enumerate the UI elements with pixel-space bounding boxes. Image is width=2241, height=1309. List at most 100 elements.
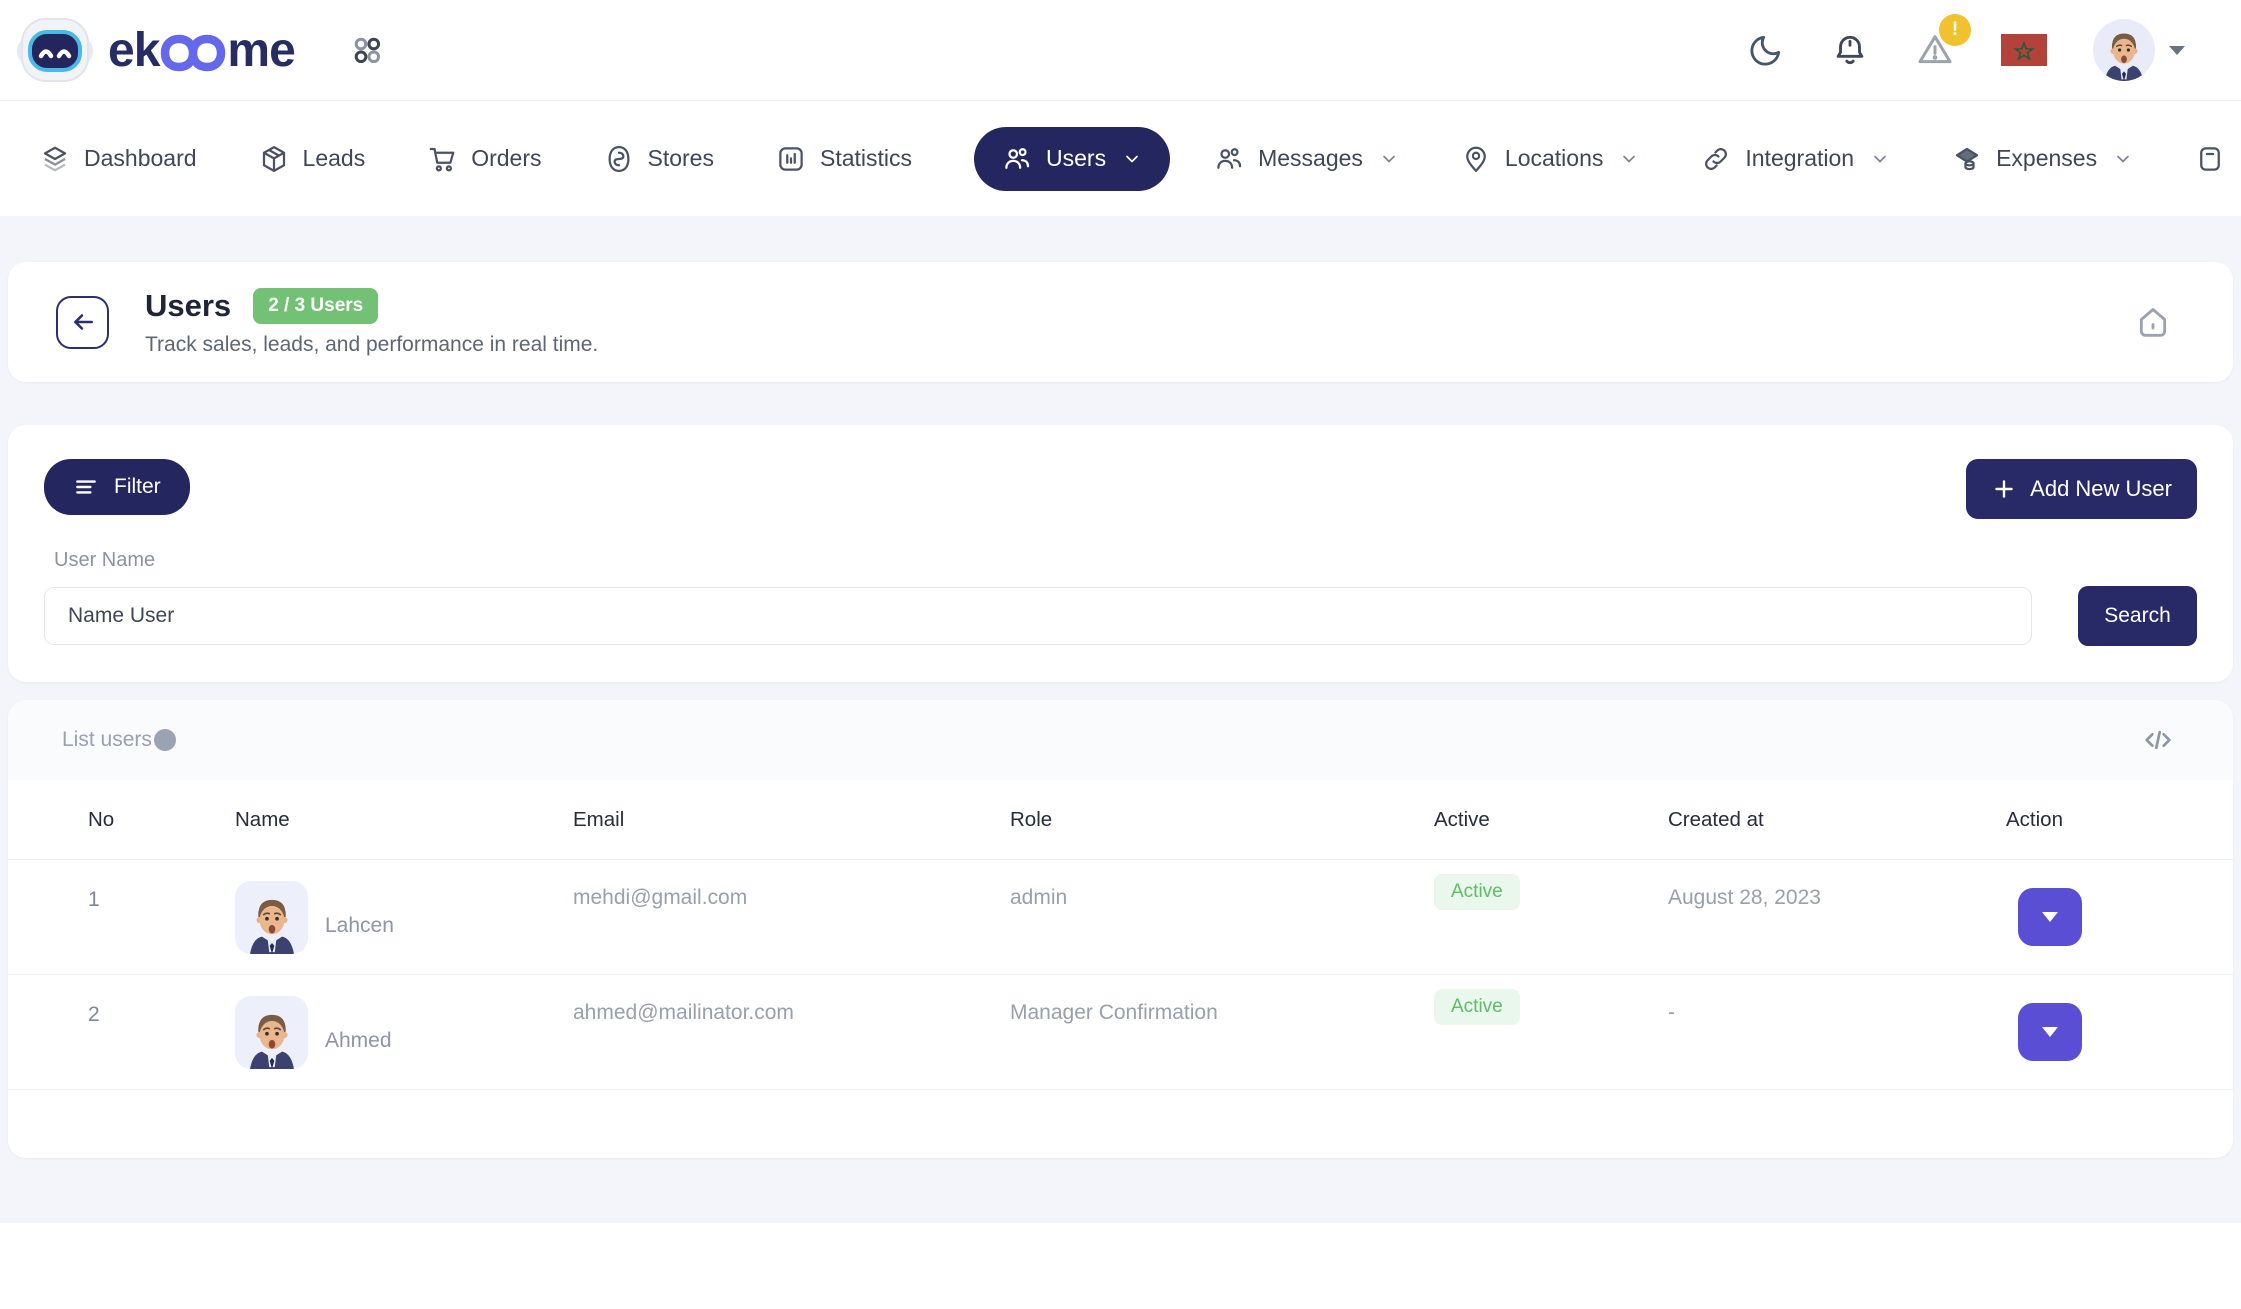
- dark-mode-toggle[interactable]: [1747, 31, 1785, 69]
- row-action-dropdown-button[interactable]: [2018, 888, 2082, 946]
- alert-count-badge: !: [1939, 14, 1971, 46]
- active-status-badge: Active: [1434, 989, 1520, 1025]
- nav-item-stores[interactable]: Stores: [604, 144, 714, 174]
- cell-email: mehdi@gmail.com: [573, 886, 1010, 910]
- filter-button[interactable]: Filter: [44, 459, 190, 515]
- active-status-badge: Active: [1434, 874, 1520, 910]
- list-users-title: List users: [62, 728, 176, 752]
- language-flag-button[interactable]: [2001, 34, 2047, 66]
- nav-label: Orders: [471, 145, 541, 172]
- avatar: [235, 881, 308, 954]
- nav-label: Leads: [303, 145, 366, 172]
- cell-active: Active: [1434, 989, 1668, 1025]
- home-icon: [2133, 302, 2173, 342]
- alerts-button[interactable]: !: [1915, 30, 1955, 70]
- column-header-name: Name: [235, 808, 573, 832]
- cell-no: 2: [88, 1003, 235, 1027]
- search-button[interactable]: Search: [2078, 586, 2197, 646]
- cart-icon: [427, 144, 457, 174]
- notifications-button[interactable]: [1831, 31, 1869, 69]
- brand-wordmark: ek me: [108, 23, 295, 78]
- nav-label: Statistics: [820, 145, 912, 172]
- apps-grid-icon[interactable]: [349, 32, 385, 68]
- cell-action: [2006, 888, 2082, 946]
- user-name: Lahcen: [325, 914, 394, 938]
- nav-item-reclamations[interactable]: Reclamations: [2195, 144, 2241, 174]
- nav-item-messages[interactable]: Messages: [1214, 144, 1399, 174]
- cell-name: Lahcen: [235, 880, 573, 954]
- nav-label: Locations: [1505, 145, 1603, 172]
- users-icon: [1214, 144, 1244, 174]
- cell-role: admin: [1010, 886, 1434, 910]
- caret-down-icon: [2042, 1027, 2058, 1037]
- caret-down-icon: [2169, 46, 2185, 55]
- arrow-left-icon: [70, 309, 96, 335]
- page-header-card: Users 2 / 3 Users Track sales, leads, an…: [8, 262, 2233, 382]
- username-input[interactable]: [44, 587, 2032, 645]
- chevron-down-icon: [2113, 149, 2133, 169]
- filter-card: Filter Add New User User Name Search: [8, 425, 2233, 682]
- back-button[interactable]: [56, 296, 109, 349]
- main-content: Users 2 / 3 Users Track sales, leads, an…: [0, 216, 2241, 1223]
- cell-name: Ahmed: [235, 995, 573, 1069]
- column-header-action: Action: [2006, 808, 2177, 832]
- cell-active: Active: [1434, 874, 1668, 910]
- link-icon: [1701, 144, 1731, 174]
- nav-label: Users: [1046, 145, 1106, 172]
- cell-no: 1: [88, 888, 235, 912]
- nav-item-locations[interactable]: Locations: [1461, 144, 1639, 174]
- column-header-active: Active: [1434, 808, 1668, 832]
- column-header-email: Email: [573, 808, 1010, 832]
- page-header-text: Users 2 / 3 Users Track sales, leads, an…: [145, 288, 598, 357]
- row-action-dropdown-button[interactable]: [2018, 1003, 2082, 1061]
- home-button[interactable]: [2133, 302, 2173, 342]
- filter-button-label: Filter: [114, 475, 161, 499]
- filter-list-icon: [73, 474, 99, 500]
- cell-created-at: -: [1668, 1001, 2006, 1025]
- robot-icon: [16, 17, 94, 83]
- moon-icon: [1747, 31, 1785, 69]
- store-icon: [604, 144, 634, 174]
- nav-item-users[interactable]: Users: [974, 127, 1170, 191]
- main-nav: Dashboard Leads Orders Stores: [0, 101, 2241, 216]
- bar-chart-icon: [776, 144, 806, 174]
- layers-icon: [40, 144, 70, 174]
- column-header-role: Role: [1010, 808, 1434, 832]
- nav-item-leads[interactable]: Leads: [259, 144, 366, 174]
- list-users-header: List users: [8, 700, 2233, 780]
- code-icon: [2141, 723, 2175, 757]
- card-icon: [2195, 144, 2225, 174]
- column-header-created: Created at: [1668, 808, 2006, 832]
- box-icon: [259, 144, 289, 174]
- users-count-badge: 2 / 3 Users: [253, 288, 378, 324]
- nav-item-orders[interactable]: Orders: [427, 144, 541, 174]
- table-row: 2 Ahmed: [8, 975, 2233, 1090]
- avatar: [235, 996, 308, 1069]
- nav-label: Dashboard: [84, 145, 197, 172]
- nav-item-expenses[interactable]: Expenses: [1952, 144, 2133, 174]
- morocco-flag: [2001, 34, 2047, 66]
- table-bottom-padding: [8, 1090, 2233, 1148]
- profile-menu[interactable]: [2093, 19, 2185, 81]
- cell-action: [2006, 1003, 2082, 1061]
- nav-item-dashboard[interactable]: Dashboard: [40, 144, 197, 174]
- nav-label: Stores: [648, 145, 714, 172]
- nav-item-statistics[interactable]: Statistics: [776, 144, 912, 174]
- brand-logo[interactable]: ek me: [16, 17, 295, 83]
- page-title: Users: [145, 288, 231, 324]
- code-view-button[interactable]: [2141, 723, 2175, 757]
- username-field-label: User Name: [44, 549, 2197, 572]
- add-new-user-button[interactable]: Add New User: [1966, 459, 2197, 519]
- infinity-icon: [160, 34, 226, 72]
- nav-label: Integration: [1745, 145, 1854, 172]
- chevron-down-icon: [1122, 149, 1142, 169]
- table-header-row: No Name Email Role Active Created at Act…: [8, 780, 2233, 860]
- nav-label: Expenses: [1996, 145, 2097, 172]
- topbar: ek me: [0, 0, 2241, 101]
- cell-email: ahmed@mailinator.com: [573, 1001, 1010, 1025]
- column-header-no: No: [88, 808, 235, 832]
- topbar-actions: !: [1747, 19, 2185, 81]
- nav-item-integration[interactable]: Integration: [1701, 144, 1890, 174]
- money-icon: [1952, 144, 1982, 174]
- user-avatar: [2093, 19, 2155, 81]
